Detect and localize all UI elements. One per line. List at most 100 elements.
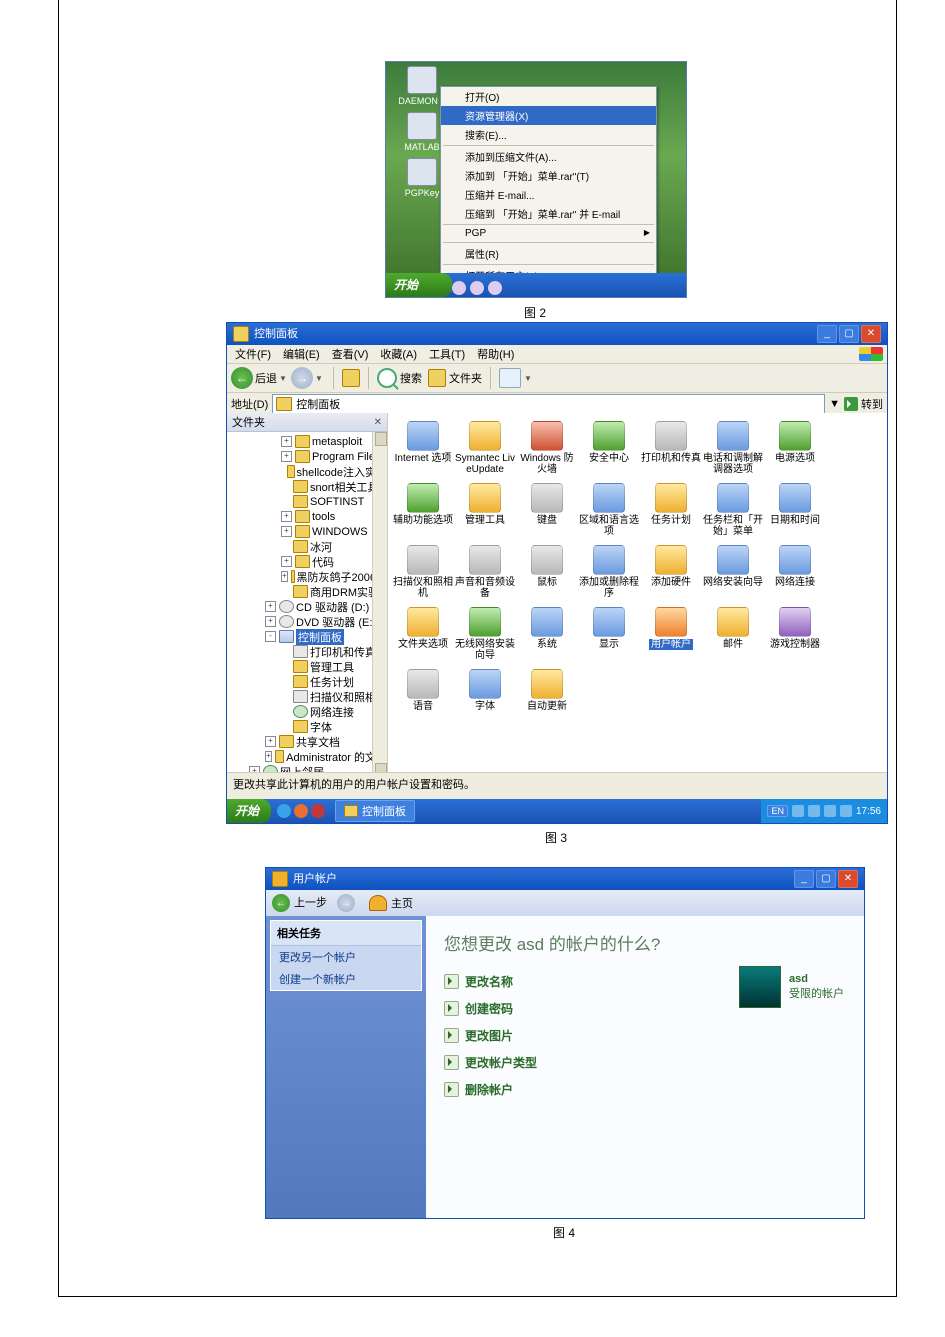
start-button[interactable]: 开始 <box>386 273 452 297</box>
control-panel-item[interactable]: Symantec LiveUpdate <box>454 421 516 483</box>
menu-item[interactable]: 工具(T) <box>425 346 469 362</box>
control-panel-item[interactable]: 电话和调制解调器选项 <box>702 421 764 483</box>
tree-node[interactable]: +CD 驱动器 (D:) <box>231 599 387 614</box>
context-menu-item[interactable]: PGP <box>441 226 656 241</box>
app-icon[interactable] <box>294 804 308 818</box>
expand-toggle[interactable]: + <box>281 556 292 567</box>
expand-toggle[interactable]: + <box>265 601 276 612</box>
menu-item[interactable]: 查看(V) <box>328 346 373 362</box>
maximize-button[interactable]: ▢ <box>839 325 859 343</box>
account-summary[interactable]: asd 受限的帐户 <box>739 966 844 1008</box>
views-button[interactable]: ▼ <box>499 368 534 388</box>
menu-item[interactable]: 帮助(H) <box>473 346 518 362</box>
address-input[interactable]: 控制面板 <box>272 394 825 414</box>
control-panel-item[interactable]: 游戏控制器 <box>764 607 826 669</box>
account-action-link[interactable]: 删除帐户 <box>444 1081 846 1098</box>
forward-button[interactable]: → <box>291 367 313 389</box>
tree-node[interactable]: 管理工具 <box>231 659 387 674</box>
menu-item[interactable]: 编辑(E) <box>279 346 324 362</box>
control-panel-item[interactable]: 邮件 <box>702 607 764 669</box>
context-menu-item[interactable]: 压缩并 E-mail... <box>441 185 656 204</box>
control-panel-item[interactable]: 任务栏和「开始」菜单 <box>702 483 764 545</box>
tray-icon[interactable] <box>840 805 852 817</box>
expand-toggle[interactable]: + <box>265 736 276 747</box>
tree-node[interactable]: +DVD 驱动器 (E:) <box>231 614 387 629</box>
tree-node[interactable]: +代码 <box>231 554 387 569</box>
tree-node[interactable]: 网络连接 <box>231 704 387 719</box>
control-panel-item[interactable]: 无线网络安装向导 <box>454 607 516 669</box>
context-menu-item[interactable]: 添加到压缩文件(A)... <box>441 147 656 166</box>
control-panel-item[interactable]: 任务计划 <box>640 483 702 545</box>
dropdown-icon[interactable]: ▼ <box>279 374 289 383</box>
folder-tree[interactable]: +metasploit+Program Filesshellcode注入实验sn… <box>227 432 387 777</box>
close-pane-button[interactable]: ✕ <box>374 417 382 428</box>
go-button[interactable]: 转到 <box>844 396 883 412</box>
menu-item[interactable]: 收藏(A) <box>376 346 421 362</box>
control-panel-item[interactable]: 文件夹选项 <box>392 607 454 669</box>
back-button[interactable]: ← <box>231 367 253 389</box>
context-menu-item[interactable]: 压缩到 「开始」菜单.rar" 并 E-mail <box>441 204 656 223</box>
control-panel-item[interactable]: 鼠标 <box>516 545 578 607</box>
control-panel-item[interactable]: 添加硬件 <box>640 545 702 607</box>
control-panel-item[interactable]: Internet 选项 <box>392 421 454 483</box>
related-task-link[interactable]: 更改另一个帐户 <box>271 946 421 968</box>
close-button[interactable]: ✕ <box>838 870 858 888</box>
start-button[interactable]: 开始 <box>227 799 271 823</box>
control-panel-item[interactable]: 自动更新 <box>516 669 578 731</box>
control-panel-item[interactable]: 网络安装向导 <box>702 545 764 607</box>
home-button[interactable]: 主页 <box>369 895 413 911</box>
ie-icon[interactable] <box>277 804 291 818</box>
tree-node[interactable]: +WINDOWS <box>231 524 387 539</box>
menu-item[interactable]: 文件(F) <box>231 346 275 362</box>
tree-node[interactable]: +共享文档 <box>231 734 387 749</box>
minimize-button[interactable]: _ <box>817 325 837 343</box>
minimize-button[interactable]: _ <box>794 870 814 888</box>
control-panel-item[interactable]: Windows 防火墙 <box>516 421 578 483</box>
account-action-link[interactable]: 更改帐户类型 <box>444 1054 846 1071</box>
control-panel-item[interactable]: 系统 <box>516 607 578 669</box>
tree-node[interactable]: 商用DRM实验 <box>231 584 387 599</box>
tree-node[interactable]: +Administrator 的文档 <box>231 749 387 764</box>
expand-toggle[interactable]: + <box>281 571 288 582</box>
expand-toggle[interactable]: + <box>265 616 276 627</box>
taskbar-button-control-panel[interactable]: 控制面板 <box>335 800 415 822</box>
dropdown-icon[interactable]: ▼ <box>829 398 840 410</box>
control-panel-item[interactable]: 语音 <box>392 669 454 731</box>
up-button[interactable] <box>342 369 360 387</box>
control-panel-item[interactable]: 字体 <box>454 669 516 731</box>
scrollbar[interactable] <box>372 432 387 777</box>
expand-toggle[interactable]: + <box>281 451 292 462</box>
tree-node[interactable]: SOFTINST <box>231 494 387 509</box>
tree-node[interactable]: +tools <box>231 509 387 524</box>
tree-node[interactable]: +metasploit <box>231 434 387 449</box>
maximize-button[interactable]: ▢ <box>816 870 836 888</box>
tree-node[interactable]: +黑防灰鸽子2006企 <box>231 569 387 584</box>
control-panel-item[interactable]: 网络连接 <box>764 545 826 607</box>
forward-button[interactable]: → <box>337 894 359 912</box>
tree-node[interactable]: 任务计划 <box>231 674 387 689</box>
tray-icon[interactable] <box>808 805 820 817</box>
back-button[interactable]: ←上一步 <box>272 894 327 913</box>
language-indicator[interactable]: EN <box>767 805 788 817</box>
tree-node[interactable]: 字体 <box>231 719 387 734</box>
control-panel-item[interactable]: 声音和音频设备 <box>454 545 516 607</box>
control-panel-item[interactable]: 扫描仪和照相机 <box>392 545 454 607</box>
control-panel-item[interactable]: 管理工具 <box>454 483 516 545</box>
context-menu-item[interactable]: 添加到 「开始」菜单.rar"(T) <box>441 166 656 185</box>
tree-node[interactable]: snort相关工具 <box>231 479 387 494</box>
tree-node[interactable]: 打印机和传真 <box>231 644 387 659</box>
control-panel-item[interactable]: 辅助功能选项 <box>392 483 454 545</box>
tray-icon[interactable] <box>792 805 804 817</box>
search-button[interactable]: 搜索 <box>377 368 422 388</box>
context-menu-item[interactable]: 属性(R) <box>441 244 656 263</box>
tray-icon[interactable] <box>824 805 836 817</box>
control-panel-item[interactable]: 用户帐户 <box>640 607 702 669</box>
app-icon[interactable] <box>311 804 325 818</box>
control-panel-item[interactable]: 区域和语言选项 <box>578 483 640 545</box>
control-panel-item[interactable]: 添加或删除程序 <box>578 545 640 607</box>
close-button[interactable]: ✕ <box>861 325 881 343</box>
tree-node[interactable]: +Program Files <box>231 449 387 464</box>
control-panel-item[interactable]: 打印机和传真 <box>640 421 702 483</box>
control-panel-item[interactable]: 安全中心 <box>578 421 640 483</box>
expand-toggle[interactable]: + <box>281 511 292 522</box>
